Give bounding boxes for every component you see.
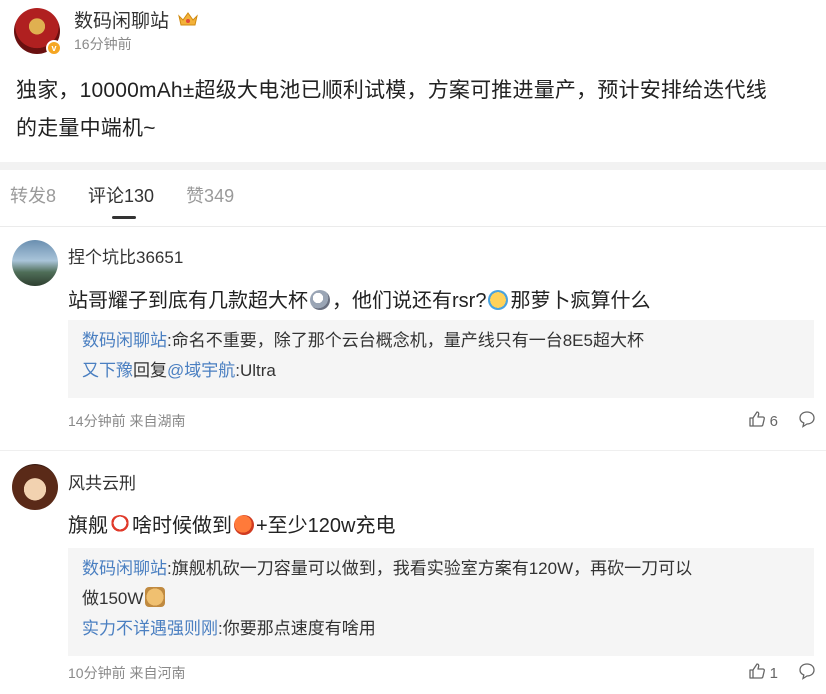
comment-bubble-icon[interactable]	[798, 662, 816, 684]
reply-text: 做150W	[82, 589, 144, 608]
mention-link[interactable]: @域宇航	[167, 361, 235, 380]
tab-comments[interactable]: 评论130	[88, 182, 154, 219]
comment-text-part: 旗舰	[68, 515, 108, 537]
comment-actions: 1	[748, 662, 816, 684]
reply-box[interactable]: 数码闲聊站:旗舰机砍一刀容量可以做到，我看实验室方案有120W，再砍一刀可以 做…	[68, 548, 814, 656]
reply-text: :命名不重要，除了那个云台概念机，量产线只有一台8E5超大杯	[167, 331, 644, 350]
reply-label: 回复	[133, 361, 167, 380]
comment-meta: 10分钟前 来自河南	[68, 665, 186, 681]
reply-box[interactable]: 数码闲聊站:命名不重要，除了那个云台概念机，量产线只有一台8E5超大杯 又下豫回…	[68, 320, 814, 398]
reply-line: 数码闲聊站:旗舰机砍一刀容量可以做到，我看实验室方案有120W，再砍一刀可以	[82, 554, 800, 584]
comment-bubble-icon[interactable]	[798, 410, 816, 432]
post-body-line: 的走量中端机~	[16, 117, 156, 140]
comment-text: 站哥耀子到底有几款超大杯 ，他们说还有rsr? 那萝卜疯算什么	[68, 284, 650, 313]
reply-author-link[interactable]: 实力不详遇强则刚	[82, 619, 218, 638]
post-body: 独家，10000mAh±超级大电池已顺利试模，方案可推进量产，预计安排给迭代线 …	[16, 72, 816, 148]
reply-author-link[interactable]: 数码闲聊站	[82, 559, 167, 578]
tab-reposts[interactable]: 转发8	[10, 182, 56, 210]
like-count: 6	[769, 412, 778, 430]
comment-separator	[0, 450, 826, 451]
doge-emoji-icon	[145, 587, 166, 607]
commenter-name[interactable]: 捏个坑比36651	[68, 243, 183, 268]
comment-text-part: +至少120w充电	[256, 515, 396, 537]
reply-author-link[interactable]: 又下豫	[82, 361, 133, 380]
comment-text-part: 站哥耀子到底有几款超大杯	[68, 290, 308, 312]
orange-emoji-icon	[234, 515, 254, 535]
author-avatar[interactable]: v	[14, 8, 62, 56]
rooster-emoji-icon	[110, 515, 130, 535]
comment-text-part: ，他们说还有rsr?	[332, 290, 487, 312]
post-header: v 数码闲聊站 16分钟前	[14, 8, 199, 56]
reply-line: 又下豫回复@域宇航:Ultra	[82, 356, 800, 386]
reply-text: :旗舰机砍一刀容量可以做到，我看实验室方案有120W，再砍一刀可以	[167, 559, 693, 578]
comment-text-part: 那萝卜疯算什么	[510, 290, 651, 312]
author-line: 数码闲聊站	[74, 6, 199, 33]
section-divider	[0, 162, 826, 170]
comment-text: 旗舰 啥时候做到 +至少120w充电	[68, 509, 396, 538]
post-time: 16分钟前	[74, 36, 132, 52]
reply-line: 数码闲聊站:命名不重要，除了那个云台概念机，量产线只有一台8E5超大杯	[82, 326, 800, 356]
reply-line: 实力不详遇强则刚:你要那点速度有啥用	[82, 614, 800, 644]
verified-badge-icon: v	[46, 40, 62, 56]
skull-emoji-icon	[310, 290, 330, 310]
tab-likes[interactable]: 赞349	[186, 182, 234, 210]
thumbs-up-icon[interactable]	[748, 662, 766, 684]
reply-text: :你要那点速度有啥用	[218, 619, 376, 638]
reply-text: :Ultra	[235, 361, 276, 380]
commenter-avatar[interactable]	[12, 464, 58, 510]
thumbs-up-icon[interactable]	[748, 410, 766, 432]
comment-meta: 14分钟前 来自湖南	[68, 413, 186, 429]
interaction-tabs: 转发8 评论130 赞349	[10, 182, 266, 219]
comment-text-part: 啥时候做到	[132, 515, 232, 537]
like-count: 1	[769, 664, 778, 682]
reply-author-link[interactable]: 数码闲聊站	[82, 331, 167, 350]
post-meta: 数码闲聊站 16分钟前	[74, 8, 199, 54]
tabs-divider	[0, 226, 826, 227]
reply-line: 做150W	[82, 584, 800, 614]
commenter-name[interactable]: 风共云刑	[68, 469, 136, 494]
author-name[interactable]: 数码闲聊站	[74, 6, 169, 33]
crown-icon	[177, 10, 199, 28]
post-body-line: 独家，10000mAh±超级大电池已顺利试模，方案可推进量产，预计安排给迭代线	[16, 79, 767, 102]
comment-actions: 6	[748, 410, 816, 432]
laughing-emoji-icon	[488, 290, 509, 310]
commenter-avatar[interactable]	[12, 240, 58, 286]
